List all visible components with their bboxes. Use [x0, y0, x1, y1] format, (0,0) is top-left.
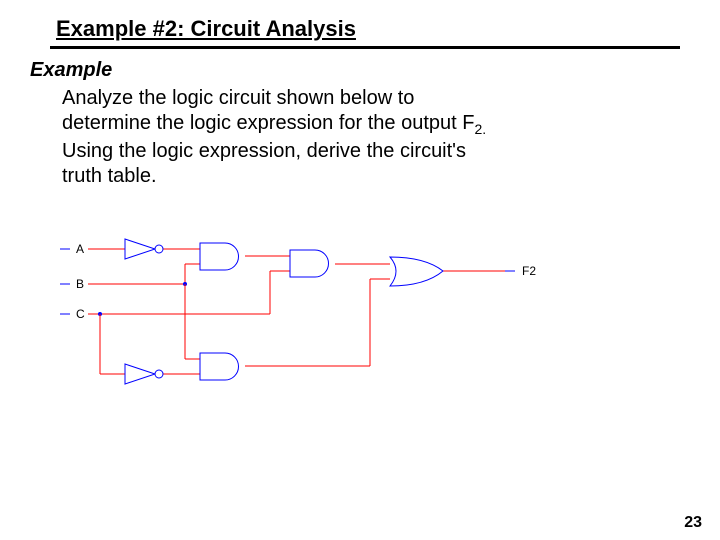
slide-title: Example #2: Circuit Analysis [56, 16, 680, 44]
and-gate-icon [290, 250, 328, 277]
body-line-2-sub: 2. [474, 121, 486, 137]
problem-text: Analyze the logic circuit shown below to… [62, 86, 622, 189]
and-gate-icon [200, 243, 239, 270]
output-label: F2 [522, 264, 536, 278]
title-rule [50, 46, 680, 49]
example-heading: Example [30, 59, 680, 82]
and-gate-icon [200, 353, 239, 380]
input-label-a: A [76, 242, 84, 256]
not-gate-icon [125, 364, 163, 384]
not-gate-icon [125, 239, 163, 259]
body-line-3: Using the logic expression, derive the c… [62, 140, 466, 162]
input-label-b: B [76, 277, 84, 291]
input-label-c: C [76, 307, 85, 321]
body-line-4: truth table. [62, 165, 157, 187]
slide: Example #2: Circuit Analysis Example Ana… [0, 0, 720, 540]
circuit-diagram: A B C [30, 219, 590, 409]
body-line-1: Analyze the logic circuit shown below to [62, 87, 414, 109]
page-number: 23 [684, 514, 702, 532]
or-gate-icon [390, 257, 443, 286]
body-line-2a: determine the logic expression for the o… [62, 112, 474, 134]
